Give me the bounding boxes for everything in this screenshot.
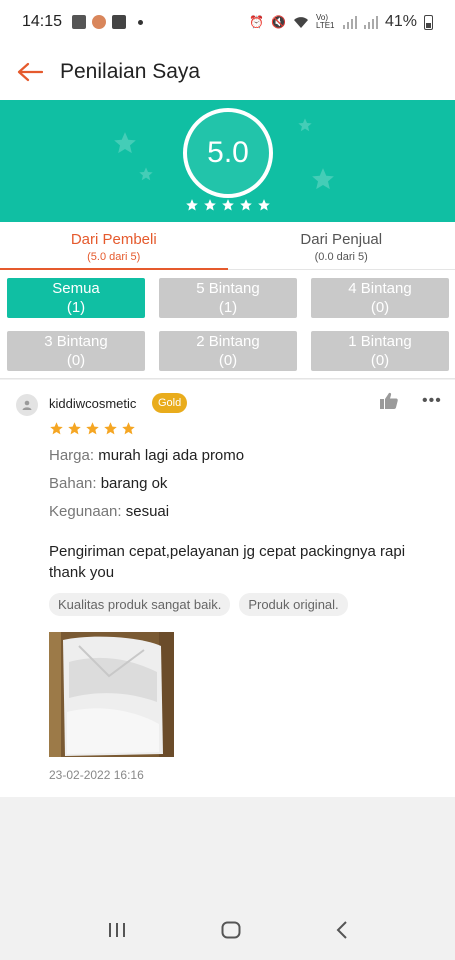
tab-dari-pembeli[interactable]: Dari Pembeli (5.0 dari 5) xyxy=(0,222,228,270)
filter-count: (0) xyxy=(370,352,390,369)
decorative-star-icon xyxy=(312,168,334,190)
like-button[interactable] xyxy=(380,392,398,414)
review-stars xyxy=(49,421,136,436)
home-button[interactable] xyxy=(221,921,241,944)
decorative-star-icon xyxy=(139,167,153,181)
star-icon xyxy=(50,422,63,435)
decorative-star-icon xyxy=(114,132,136,154)
star-icon xyxy=(86,422,99,435)
attribute-value: sesuai xyxy=(125,503,170,520)
review-date: 23-02-2022 16:16 xyxy=(49,768,144,782)
filter-label: 4 Bintang xyxy=(348,280,412,297)
signal-2-icon xyxy=(363,15,378,29)
gallery-icon xyxy=(72,15,87,29)
chevron-left-icon xyxy=(336,921,347,939)
attribute-value: murah lagi ada promo xyxy=(98,447,245,464)
package-photo-image xyxy=(49,632,174,757)
filter-count: (1) xyxy=(66,299,86,316)
filter-count: (1) xyxy=(218,299,238,316)
attribute-key: Kegunaan: xyxy=(49,503,122,520)
more-options-button[interactable]: ••• xyxy=(422,392,442,410)
home-icon xyxy=(221,921,240,939)
tab-subtitle: (0.0 dari 5) xyxy=(314,251,368,263)
filter-label: 5 Bintang xyxy=(196,280,260,297)
avatar[interactable] xyxy=(16,394,38,416)
filter-count: (0) xyxy=(218,352,238,369)
attribute-key: Harga: xyxy=(49,447,95,464)
filter-5-bintang[interactable]: 5 Bintang (1) xyxy=(159,278,297,318)
network-label: Vo) LTE1 xyxy=(315,13,335,30)
filter-label: 1 Bintang xyxy=(348,333,412,350)
attribute-bahan: Bahan: barang ok xyxy=(49,475,167,492)
more-dots-icon: ••• xyxy=(422,392,442,409)
battery-percent: 41% xyxy=(384,13,417,30)
system-back-button[interactable] xyxy=(336,921,348,944)
attribute-harga: Harga: murah lagi ada promo xyxy=(49,447,244,464)
attribute-key: Bahan: xyxy=(49,475,97,492)
rating-banner: 5.0 xyxy=(0,100,455,222)
reviewer-username[interactable]: kiddiwcosmetic xyxy=(49,396,136,411)
filter-1-bintang[interactable]: 1 Bintang (0) xyxy=(311,331,449,371)
user-icon xyxy=(22,400,32,410)
filter-label: Semua xyxy=(52,280,100,297)
recent-apps-button[interactable] xyxy=(108,922,126,943)
wifi-icon xyxy=(293,16,308,28)
battery-icon xyxy=(424,14,433,30)
star-filter-grid: Semua (1) 5 Bintang (1) 4 Bintang (0) 3 … xyxy=(0,270,455,379)
system-nav-bar xyxy=(0,905,455,960)
star-icon xyxy=(222,199,234,211)
star-icon xyxy=(258,199,270,211)
review-photo[interactable] xyxy=(49,632,174,757)
star-icon xyxy=(122,422,135,435)
mute-icon: 🔇 xyxy=(271,15,286,29)
rating-score: 5.0 xyxy=(207,136,249,169)
status-time: 14:15 xyxy=(22,13,63,30)
star-icon xyxy=(204,199,216,211)
attribute-kegunaan: Kegunaan: sesuai xyxy=(49,503,169,520)
review-tag: Produk original. xyxy=(239,593,348,616)
attribute-value: barang ok xyxy=(100,475,168,492)
tab-subtitle: (5.0 dari 5) xyxy=(87,251,141,263)
star-icon xyxy=(104,422,117,435)
star-icon xyxy=(240,199,252,211)
tab-label: Dari Pembeli xyxy=(70,231,157,248)
health-icon xyxy=(92,15,107,29)
filter-label: 3 Bintang xyxy=(44,333,108,350)
tab-label: Dari Penjual xyxy=(300,231,383,248)
tab-dari-penjual[interactable]: Dari Penjual (0.0 dari 5) xyxy=(228,222,455,269)
notification-dot-icon xyxy=(138,19,144,25)
recent-apps-icon xyxy=(108,923,125,937)
review-tag: Kualitas produk sangat baik. xyxy=(49,593,231,616)
review-comment: Pengiriman cepat,pelayanan jg cepat pack… xyxy=(49,543,406,581)
rating-stars xyxy=(185,198,271,212)
filter-count: (0) xyxy=(66,352,86,369)
arrow-left-icon xyxy=(17,62,43,82)
star-icon xyxy=(68,422,81,435)
gold-badge: Gold xyxy=(152,393,188,413)
rating-score-ring: 5.0 xyxy=(183,108,273,198)
signal-icon xyxy=(342,15,357,29)
review-tags: Kualitas produk sangat baik. Produk orig… xyxy=(49,593,348,616)
thumbs-up-icon xyxy=(380,392,398,409)
review-card: kiddiwcosmetic Gold ••• Harga: murah lag… xyxy=(0,380,455,797)
app-header: Penilaian Saya xyxy=(0,44,455,100)
filter-4-bintang[interactable]: 4 Bintang (0) xyxy=(311,278,449,318)
filter-3-bintang[interactable]: 3 Bintang (0) xyxy=(7,331,145,371)
review-source-tabs: Dari Pembeli (5.0 dari 5) Dari Penjual (… xyxy=(0,222,455,270)
decorative-star-icon xyxy=(298,118,312,132)
status-bar: 14:15 ⏰ 🔇 Vo) LTE1 41% xyxy=(0,0,455,44)
alarm-icon: ⏰ xyxy=(249,15,265,29)
filter-count: (0) xyxy=(370,299,390,316)
shopee-icon xyxy=(112,15,127,29)
filter-2-bintang[interactable]: 2 Bintang (0) xyxy=(159,331,297,371)
back-button[interactable] xyxy=(0,44,60,100)
star-icon xyxy=(186,199,198,211)
filter-semua[interactable]: Semua (1) xyxy=(7,278,145,318)
filter-label: 2 Bintang xyxy=(196,333,260,350)
page-title: Penilaian Saya xyxy=(60,60,201,83)
